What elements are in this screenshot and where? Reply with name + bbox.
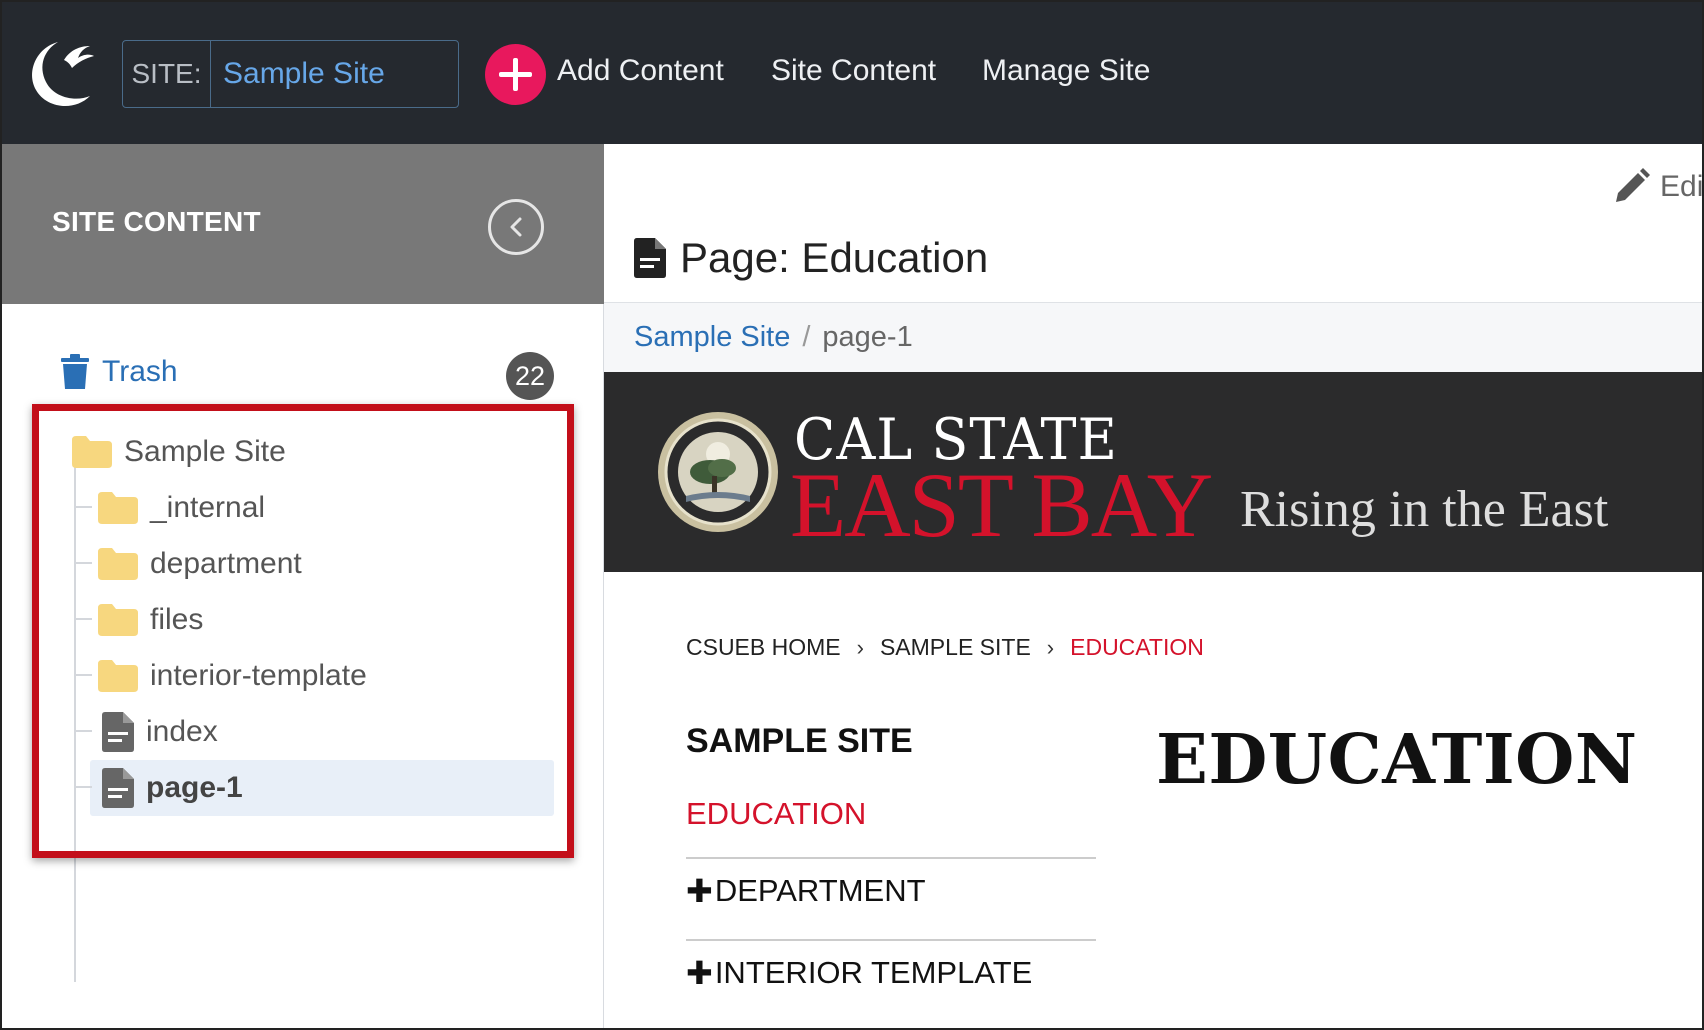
preview-banner: CAL STATE EAST BAY Rising in the East (604, 372, 1702, 572)
preview-crumb-home[interactable]: CSUEB HOME (686, 634, 841, 661)
trash-icon (61, 354, 89, 389)
cascade-moon-bird-logo-icon[interactable] (24, 32, 104, 112)
preview-page-heading: EDUCATION (1156, 720, 1638, 800)
manage-site-link[interactable]: Manage Site (982, 54, 1150, 88)
page-title-row: Page: Education (634, 234, 988, 282)
edit-button[interactable]: Edit (1612, 168, 1704, 206)
pencil-icon (1616, 168, 1650, 202)
preview-nav-item-label: INTERIOR TEMPLATE (714, 955, 1033, 990)
site-selector[interactable]: SITE: Sample Site (122, 40, 459, 108)
chevron-left-icon (510, 217, 522, 237)
sidebar-header: SITE CONTENT (2, 144, 604, 304)
trash-link[interactable]: Trash (60, 354, 178, 390)
chevron-right-icon: › (856, 634, 864, 660)
collapse-sidebar-button[interactable] (488, 199, 544, 255)
page-icon (634, 238, 666, 278)
preview-crumb-current: EDUCATION (1070, 634, 1204, 660)
nav-divider (686, 857, 1096, 859)
sidebar-title: SITE CONTENT (52, 206, 261, 237)
trash-count-badge: 22 (506, 352, 554, 400)
application-window: SITE: Sample Site Add Content Site Conte… (0, 0, 1704, 1030)
top-navigation-bar: SITE: Sample Site Add Content Site Conte… (2, 2, 1702, 144)
chevron-right-icon: › (1046, 634, 1055, 660)
site-selector-value[interactable]: Sample Site (211, 41, 458, 107)
preview-nav-item-department[interactable]: ✚ DEPARTMENT (686, 872, 926, 910)
preview-nav-item-interior-template[interactable]: ✚ INTERIOR TEMPLATE (686, 954, 1032, 992)
main-content: Edit Page: Education Sample Site / page-… (604, 144, 1704, 1028)
preview-crumb-site[interactable]: SAMPLE SITE (880, 634, 1031, 661)
edit-label: Edit (1660, 170, 1704, 203)
breadcrumb-current-page: page-1 (822, 321, 913, 353)
university-seal-icon (658, 412, 778, 532)
preview-breadcrumb: CSUEB HOME › SAMPLE SITE › EDUCATION (686, 634, 1204, 661)
plus-icon: ✚ (686, 873, 713, 909)
brand-tagline: Rising in the East (1240, 481, 1609, 538)
page-title: Page: Education (680, 234, 989, 281)
preview-nav-active-item[interactable]: EDUCATION (686, 796, 866, 832)
plus-circle-icon[interactable] (485, 44, 546, 105)
site-selector-label: SITE: (123, 41, 211, 107)
preview-nav-title[interactable]: SAMPLE SITE (686, 722, 913, 761)
brand-wordmark-main: EAST BAY (790, 454, 1213, 556)
site-content-link[interactable]: Site Content (771, 54, 936, 88)
breadcrumb-separator: / (802, 321, 811, 353)
preview-nav-item-label: DEPARTMENT (714, 873, 926, 908)
nav-divider (686, 939, 1096, 941)
breadcrumb-site-link[interactable]: Sample Site (634, 321, 790, 354)
add-content-button[interactable]: Add Content (557, 54, 724, 88)
trash-label: Trash (102, 355, 178, 388)
plus-icon: ✚ (686, 955, 713, 991)
tree-highlight-box (32, 404, 574, 858)
breadcrumb: Sample Site / page-1 (604, 302, 1702, 372)
site-content-sidebar: SITE CONTENT Trash 22 Sample Site _inter… (2, 144, 604, 1028)
